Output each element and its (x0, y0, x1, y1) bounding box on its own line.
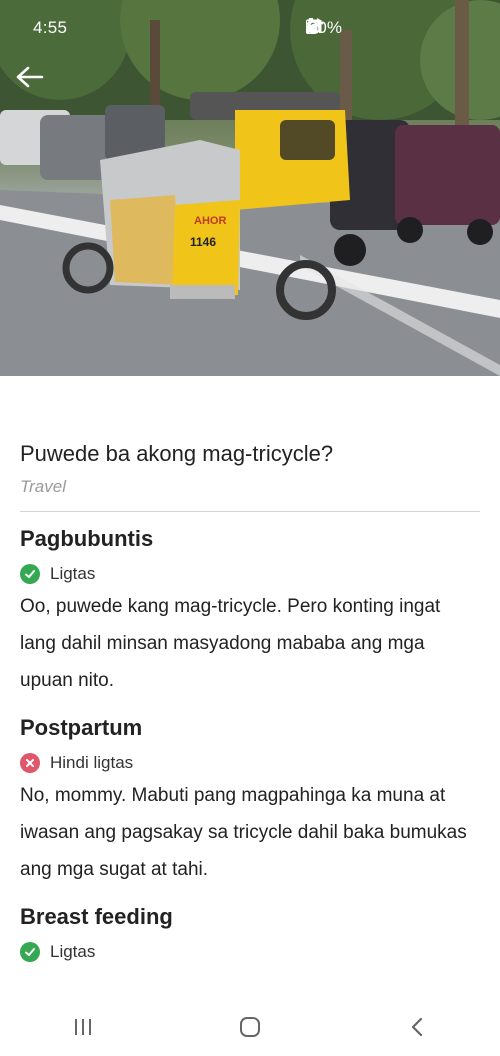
home-button[interactable] (220, 1007, 280, 1047)
hero-image: AHOR 1146 4:55 60% (0, 0, 500, 376)
section-pagbubuntis: Pagbubuntis Ligtas Oo, puwede kang mag-t… (20, 526, 480, 699)
status-badge: Hindi ligtas (20, 752, 480, 773)
status-badge: Ligtas (20, 941, 480, 962)
section-postpartum: Postpartum Hindi ligtas No, mommy. Mabut… (20, 715, 480, 888)
back-icon (411, 1017, 422, 1037)
article-content: Puwede ba akong mag-tricycle? Travel Pag… (20, 440, 480, 962)
svg-text:AHOR: AHOR (194, 215, 226, 227)
svg-text:1146: 1146 (190, 235, 216, 249)
article-category: Travel (20, 476, 66, 496)
divider (20, 510, 480, 512)
battery-icon (305, 18, 316, 34)
x-circle-icon (20, 752, 40, 773)
home-icon (239, 1017, 260, 1037)
section-body: No, mommy. Mabuti pang magpahinga ka mun… (20, 784, 467, 880)
nav-back-button[interactable] (387, 1007, 447, 1047)
status-label: Hindi ligtas (50, 752, 134, 772)
status-icons: 60% (305, 18, 342, 38)
navigation-bar (0, 998, 500, 1056)
status-badge: Ligtas (20, 563, 480, 584)
recent-apps-icon (75, 1019, 92, 1035)
section-breast-feeding: Breast feeding Ligtas (20, 904, 480, 962)
section-heading: Postpartum (20, 714, 143, 740)
section-heading: Pagbubuntis (20, 525, 154, 551)
arrow-left-icon (16, 66, 44, 88)
check-circle-icon (20, 941, 40, 962)
status-label: Ligtas (50, 941, 96, 961)
recent-apps-button[interactable] (53, 1007, 113, 1047)
section-body: Oo, puwede kang mag-tricycle. Pero konti… (20, 595, 441, 691)
status-bar: 4:55 60% (0, 0, 500, 58)
check-circle-icon (20, 563, 40, 584)
section-heading: Breast feeding (20, 903, 173, 929)
back-button[interactable] (16, 66, 52, 102)
article-title: Puwede ba akong mag-tricycle? (20, 441, 334, 466)
status-time: 4:55 (33, 18, 68, 37)
status-label: Ligtas (50, 563, 96, 583)
